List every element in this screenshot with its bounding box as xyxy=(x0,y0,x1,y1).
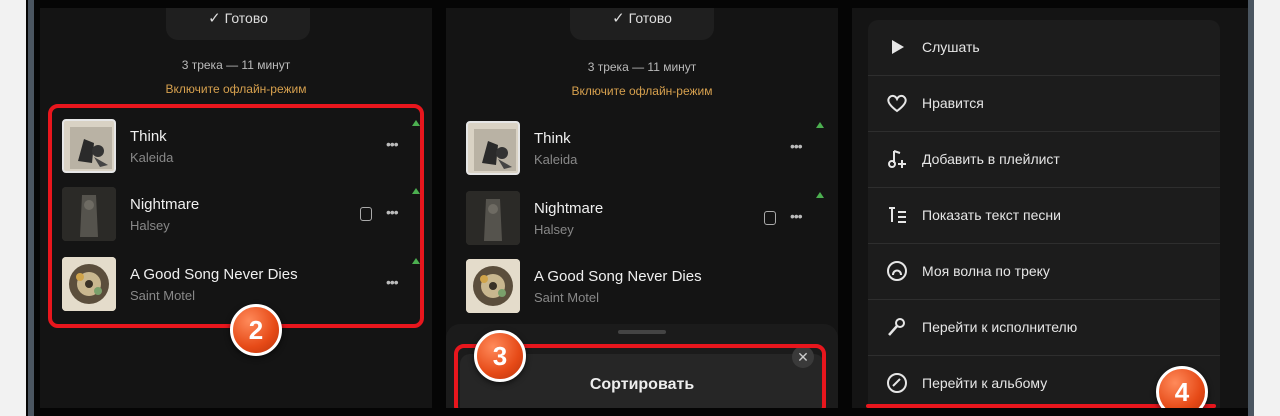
frame-edge-right xyxy=(1248,0,1254,416)
screen-track-list: ✓ Готово 3 трека — 11 минут Включите офл… xyxy=(40,8,432,408)
wave-icon xyxy=(887,261,907,281)
playlist-summary: 3 трека — 11 минут xyxy=(587,60,697,74)
add-to-playlist-icon xyxy=(888,150,906,168)
highlight-frame-tracks xyxy=(48,104,424,328)
playlist-summary: 3 трека — 11 минут xyxy=(181,58,291,72)
track-row[interactable]: Nightmare Halsey ••• xyxy=(446,186,838,250)
more-dots-icon[interactable]: ••• xyxy=(790,138,803,154)
offline-mode-link[interactable]: Включите офлайн-режим xyxy=(40,82,432,96)
track-title: Nightmare xyxy=(534,200,604,217)
track-cover xyxy=(466,191,520,245)
step-badge: 3 xyxy=(474,330,526,382)
sheet-handle[interactable] xyxy=(618,330,666,334)
frame-edge-left xyxy=(28,0,34,416)
downloaded-icon xyxy=(816,192,824,198)
frame-border-right xyxy=(1254,0,1280,416)
menu-item-play[interactable]: Слушать xyxy=(868,20,1220,76)
album-icon xyxy=(887,373,907,393)
menu-item-my-wave[interactable]: Моя волна по треку xyxy=(868,244,1220,300)
menu-item-add-to-playlist[interactable]: Добавить в плейлист xyxy=(868,132,1220,188)
menu-item-go-to-artist[interactable]: Перейти к исполнителю xyxy=(868,300,1220,356)
microphone-icon xyxy=(888,318,905,336)
track-title: Think xyxy=(534,130,571,147)
screen-track-context-menu: Слушать Нравится Добавить в плейлист Пок… xyxy=(852,8,1248,408)
checkmark-icon: ✓ xyxy=(612,10,625,27)
step-badge: 2 xyxy=(230,304,282,356)
lyrics-icon xyxy=(889,207,906,223)
track-artist: Saint Motel xyxy=(534,290,600,305)
screen-track-list-sort: ✓ Готово 3 трека — 11 минут Включите офл… xyxy=(446,8,838,408)
frame-border-left xyxy=(0,0,26,416)
track-row[interactable]: Think Kaleida ••• xyxy=(446,116,838,180)
track-cover xyxy=(466,121,520,175)
track-row[interactable]: A Good Song Never Dies Saint Motel xyxy=(446,254,838,318)
done-button[interactable]: ✓ Готово xyxy=(570,8,714,40)
menu-item-like[interactable]: Нравится xyxy=(868,76,1220,132)
offline-mode-link[interactable]: Включите офлайн-режим xyxy=(446,84,838,98)
track-cover xyxy=(466,259,520,313)
lyrics-icon xyxy=(764,211,776,225)
done-button[interactable]: ✓ Готово xyxy=(166,8,310,40)
checkmark-icon: ✓ xyxy=(208,10,221,27)
play-icon xyxy=(892,40,904,54)
track-artist: Kaleida xyxy=(534,152,578,167)
heart-icon xyxy=(887,94,907,113)
downloaded-icon xyxy=(816,122,824,128)
menu-item-show-lyrics[interactable]: Показать текст песни xyxy=(868,188,1220,244)
track-artist: Halsey xyxy=(534,222,574,237)
more-dots-icon[interactable]: ••• xyxy=(790,208,803,224)
track-title: A Good Song Never Dies xyxy=(534,268,702,285)
